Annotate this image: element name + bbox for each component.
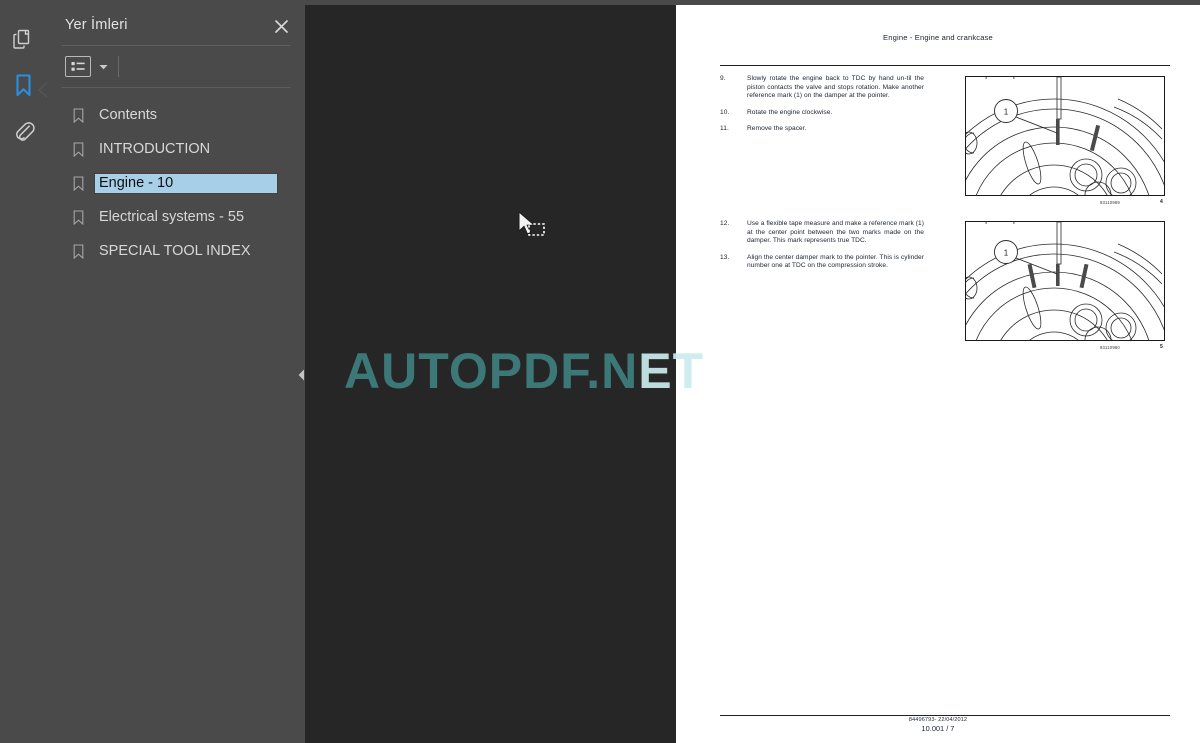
bookmark-icon xyxy=(73,243,95,259)
instruction-step: 12. Use a flexible tape measure and make… xyxy=(720,220,924,246)
page-footer: 84496793- 22/04/2012 10.001 / 7 xyxy=(676,717,1200,733)
bookmark-label: INTRODUCTION xyxy=(99,140,211,157)
step-number: 11. xyxy=(720,125,729,133)
bookmark-icon xyxy=(73,141,95,157)
pages-thumbnails-icon xyxy=(13,29,34,50)
chevron-left-icon xyxy=(298,368,305,386)
bookmark-item-contents[interactable]: Contents xyxy=(47,98,305,132)
page-header-rule xyxy=(720,65,1170,66)
step-text: Remove the spacer. xyxy=(747,125,807,133)
svg-text:1: 1 xyxy=(1004,108,1009,117)
toolbar-separator xyxy=(118,56,119,77)
bookmark-item-special-tool-index[interactable]: SPECIAL TOOL INDEX xyxy=(47,234,305,268)
bookmark-icon xyxy=(15,73,32,97)
page-header-title: Engine - Engine and crankcase xyxy=(883,33,993,42)
step-number: 10. xyxy=(720,108,730,116)
pdf-page: Engine - Engine and crankcase 9. Slowly … xyxy=(676,5,1200,743)
instruction-block-2: 12. Use a flexible tape measure and make… xyxy=(720,220,924,279)
bookmark-item-introduction[interactable]: INTRODUCTION xyxy=(47,132,305,166)
panel-toolbar xyxy=(47,46,305,87)
panel-header: Yer İmleri xyxy=(47,5,305,45)
step-number: 9. xyxy=(720,75,726,82)
rail-item-pages[interactable] xyxy=(0,16,47,62)
instruction-step: 9. Slowly rotate the engine back to TDC … xyxy=(720,75,924,101)
bookmark-label: SPECIAL TOOL INDEX xyxy=(99,242,251,259)
bookmark-icon xyxy=(73,209,95,225)
bookmark-label: Electrical systems - 55 xyxy=(99,208,245,225)
figure-damper-1: 1 xyxy=(965,76,1165,196)
figure-number: 4 xyxy=(1160,199,1163,205)
chevron-down-icon[interactable] xyxy=(95,57,111,77)
bookmark-label: Contents xyxy=(99,106,158,123)
instruction-block-1: 9. Slowly rotate the engine back to TDC … xyxy=(720,75,924,142)
instruction-step: 11. Remove the spacer. xyxy=(720,125,924,134)
watermark-dark-part: AUTOPDF.N xyxy=(344,343,639,399)
page-footer-rule xyxy=(720,715,1170,716)
pdf-viewer-window: Yer İmleri Contents INTRODUCTION Engine … xyxy=(0,0,1200,743)
bookmarks-panel: Yer İmleri Contents INTRODUCTION Engine … xyxy=(47,5,305,743)
bookmark-item-engine[interactable]: Engine - 10 xyxy=(47,166,305,200)
footer-document-code: 84496793- 22/04/2012 xyxy=(908,717,968,723)
bookmark-item-electrical-systems[interactable]: Electrical systems - 55 xyxy=(47,200,305,234)
figure-damper-2: 1 xyxy=(965,221,1165,341)
instruction-step: 13. Align the center damper mark to the … xyxy=(720,254,924,271)
svg-text:1: 1 xyxy=(1004,249,1009,258)
footer-page-number: 10.001 / 7 xyxy=(921,724,955,733)
step-number: 12. xyxy=(720,220,730,227)
bookmark-label-selected: Engine - 10 xyxy=(94,172,278,194)
instruction-step: 10. Rotate the engine clockwise. xyxy=(720,109,924,118)
sidebar-icon-rail xyxy=(0,0,49,743)
bookmark-icon xyxy=(73,175,95,191)
watermark-autopdf: AUTOPDF.NET xyxy=(344,342,704,400)
attachment-paperclip-icon xyxy=(13,120,35,142)
close-icon[interactable] xyxy=(271,16,291,36)
step-text: Rotate the engine clockwise. xyxy=(747,108,833,116)
step-text: Use a flexible tape measure and make a r… xyxy=(747,220,924,245)
bookmark-icon xyxy=(73,107,95,123)
step-text: Align the center damper mark to the poin… xyxy=(747,253,924,270)
list-options-icon[interactable] xyxy=(65,56,91,77)
panel-title: Yer İmleri xyxy=(65,17,128,33)
figure-number: 5 xyxy=(1160,344,1163,350)
figure-caption-code: 93110960 xyxy=(1100,345,1120,350)
step-number: 13. xyxy=(720,253,730,261)
bookmark-list: Contents INTRODUCTION Engine - 10 Electr… xyxy=(47,88,305,268)
figure-caption-code: 93110969 xyxy=(1100,200,1120,205)
document-viewer[interactable]: Engine - Engine and crankcase 9. Slowly … xyxy=(305,5,1200,743)
step-text: Slowly rotate the engine back to TDC by … xyxy=(747,75,924,100)
